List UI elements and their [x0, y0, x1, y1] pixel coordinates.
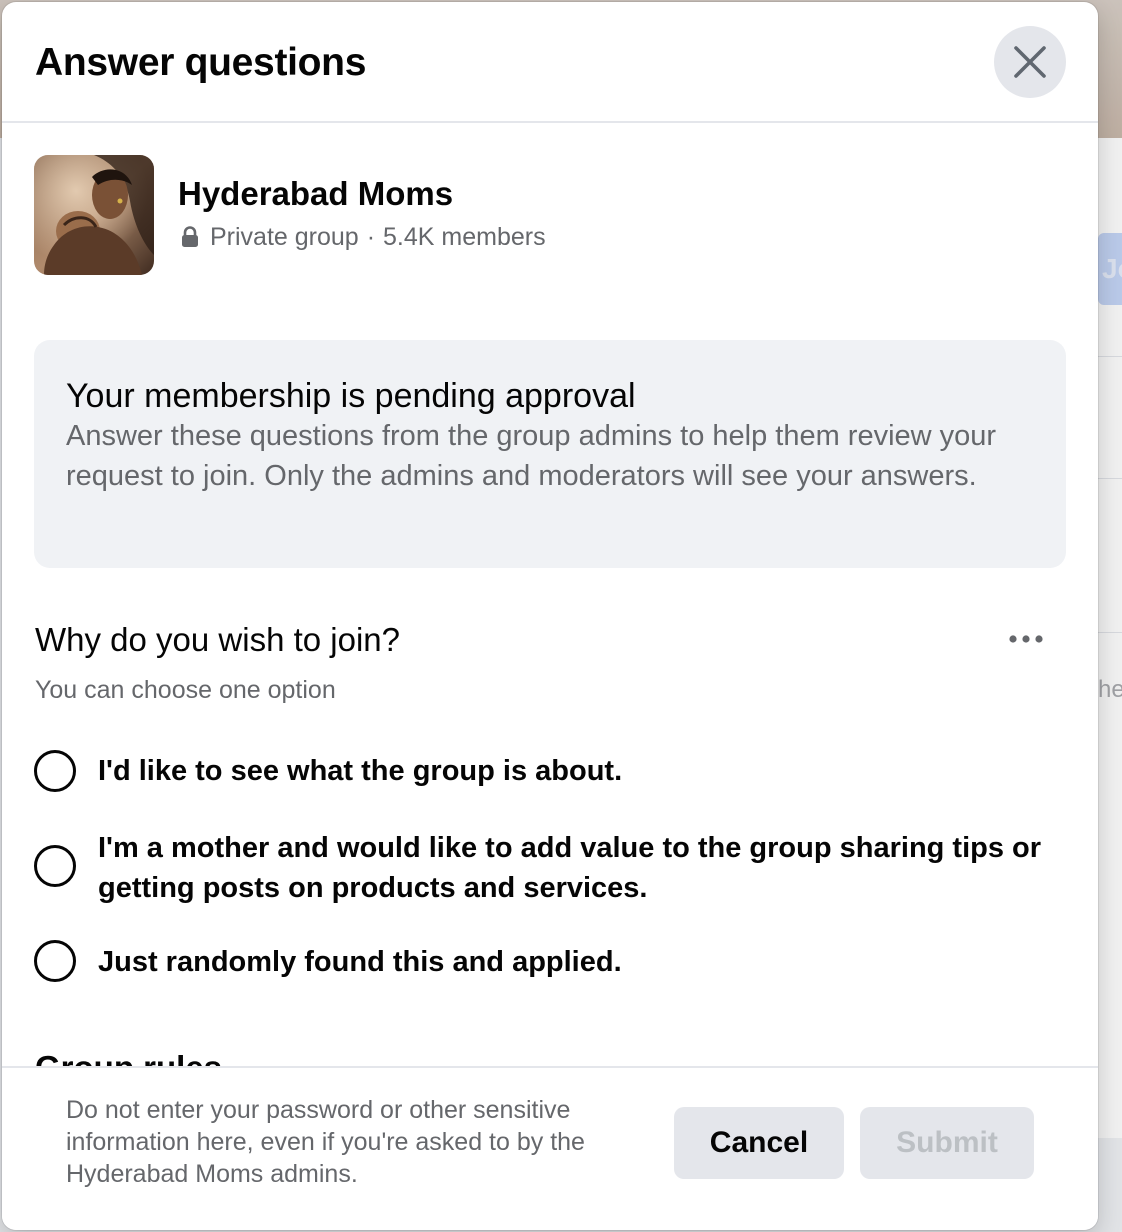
submit-button[interactable]: Submit [860, 1107, 1034, 1179]
radio-button[interactable] [34, 940, 76, 982]
answer-option-3[interactable]: Just randomly found this and applied. [34, 940, 1064, 988]
group-meta: Private group · 5.4K members [180, 221, 546, 253]
dialog-body[interactable]: Hyderabad Moms Private group · 5.4K memb… [2, 123, 1098, 1067]
dialog-header: Answer questions [2, 2, 1098, 123]
close-button[interactable] [994, 26, 1066, 98]
question-hint: You can choose one option [35, 676, 336, 704]
answer-option-2[interactable]: I'm a mother and would like to add value… [34, 828, 1064, 908]
more-options-button[interactable] [998, 619, 1054, 659]
pending-approval-notice: Your membership is pending approval Answ… [34, 340, 1066, 568]
notice-title: Your membership is pending approval [66, 377, 636, 415]
meta-separator: · [366, 223, 376, 251]
lock-icon [180, 226, 200, 248]
dialog-title: Answer questions [35, 41, 367, 84]
option-label: Just randomly found this and applied. [98, 946, 622, 978]
more-dots-icon [1008, 634, 1044, 644]
radio-button[interactable] [34, 750, 76, 792]
cancel-button[interactable]: Cancel [674, 1107, 844, 1179]
option-label: I'm a mother and would like to add value… [98, 832, 1042, 904]
option-label: I'd like to see what the group is about. [98, 755, 623, 787]
question-title: Why do you wish to join? [35, 621, 401, 658]
group-privacy: Private group [210, 223, 359, 251]
security-warning: Do not enter your password or other sens… [66, 1096, 585, 1188]
answer-option-1[interactable]: I'd like to see what the group is about. [34, 748, 1064, 796]
answer-questions-dialog: Answer questions Hyderabad Moms Private … [2, 2, 1098, 1230]
group-avatar [34, 155, 154, 275]
dialog-footer: Do not enter your password or other sens… [2, 1066, 1098, 1230]
close-icon [1013, 45, 1047, 79]
group-rules-heading: Group rules [35, 1048, 222, 1067]
notice-text: Answer these questions from the group ad… [66, 420, 997, 492]
group-members: 5.4K members [383, 223, 546, 251]
radio-button[interactable] [34, 845, 76, 887]
group-name[interactable]: Hyderabad Moms [178, 174, 453, 214]
